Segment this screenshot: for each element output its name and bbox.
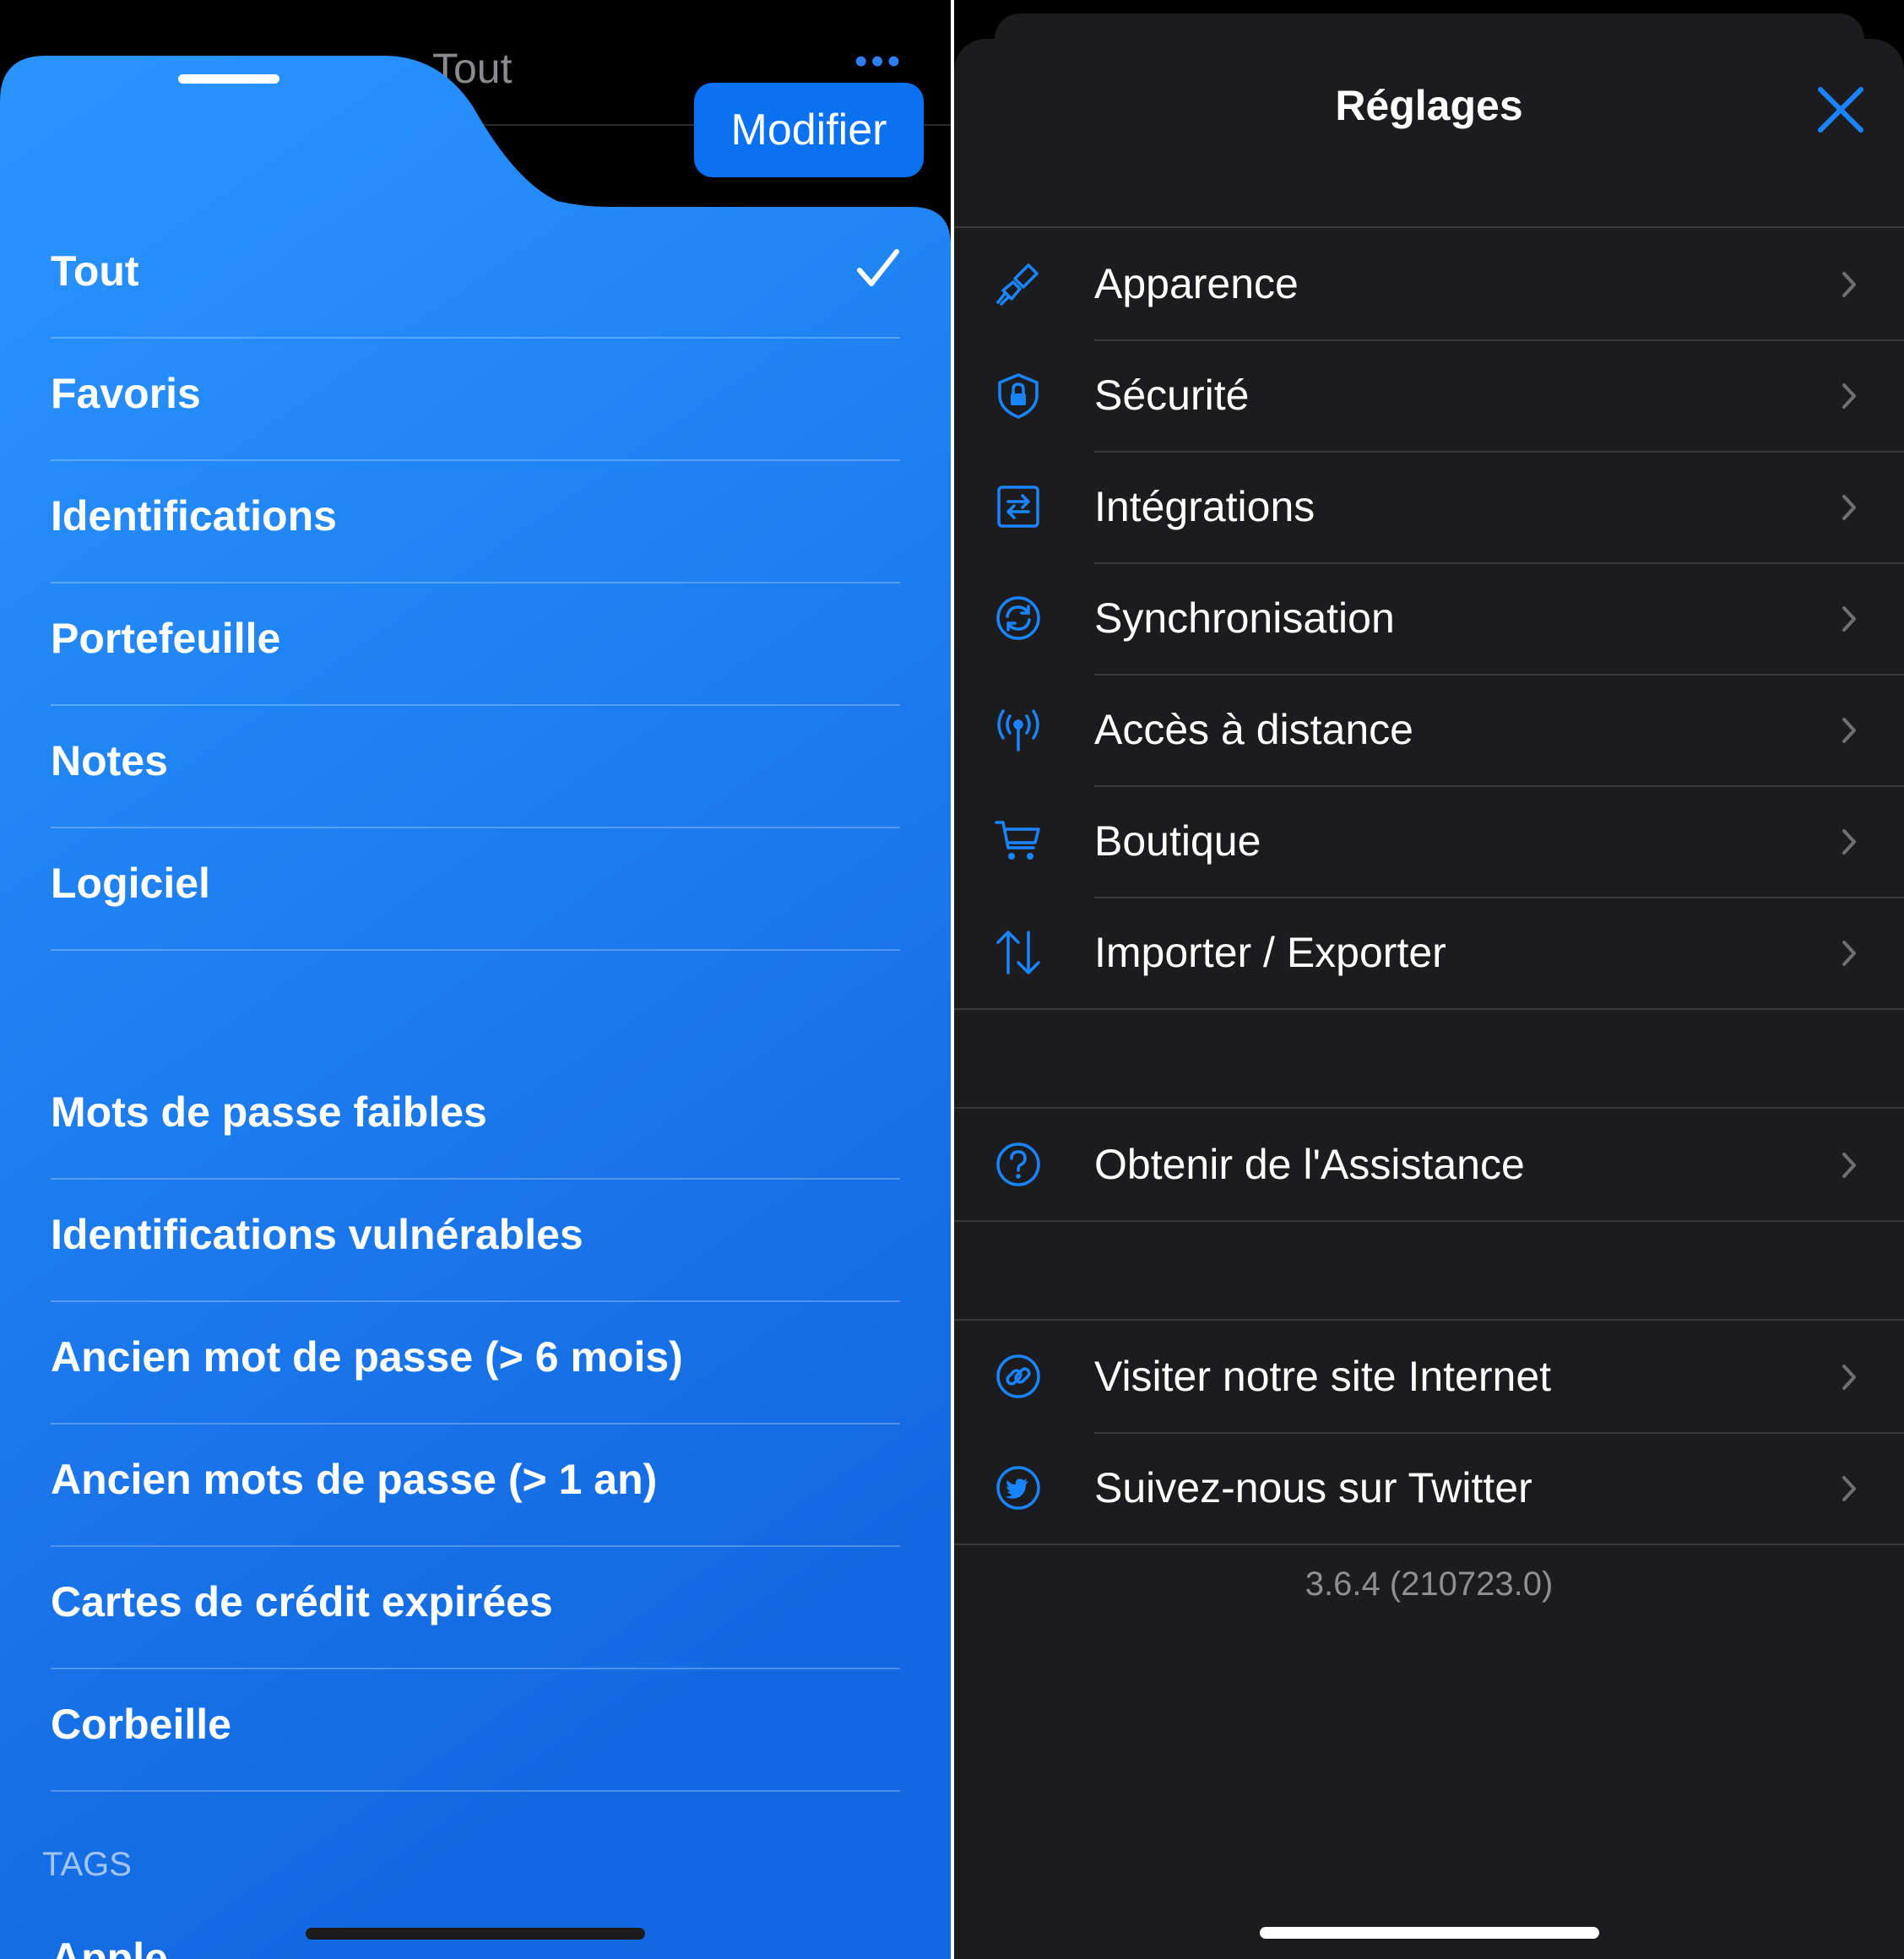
chevron-right-icon <box>1842 495 1856 520</box>
integration-arrows-icon <box>997 486 1039 528</box>
chevron-right-icon <box>1842 606 1856 632</box>
settings-row-support[interactable]: Obtenir de l'Assistance <box>954 1109 1904 1220</box>
settings-row-label: Apparence <box>1094 260 1299 307</box>
chevron-right-icon <box>1842 1476 1856 1501</box>
settings-row-label: Synchronisation <box>1094 594 1395 642</box>
filter-item-favorites[interactable]: Favoris <box>51 339 900 461</box>
filter-label: Corbeille <box>51 1701 231 1748</box>
filter-item-software[interactable]: Logiciel <box>51 828 900 951</box>
page-title: Réglages <box>1335 82 1523 129</box>
filter-item-notes[interactable]: Notes <box>51 706 900 828</box>
chevron-right-icon <box>1842 829 1856 855</box>
smart-filter-trash[interactable]: Corbeille <box>51 1669 900 1792</box>
filter-item-logins[interactable]: Identifications <box>51 461 900 583</box>
tags-header: TAGS <box>42 1846 132 1883</box>
settings-row-store[interactable]: Boutique <box>954 785 1904 897</box>
tag-item[interactable]: Apple <box>51 1934 168 1959</box>
smart-filter-list: Mots de passe faibles Identifications vu… <box>51 1057 900 1792</box>
filter-label: Notes <box>51 737 168 784</box>
right-pane: Réglages Apparence Sécurité Intégrations… <box>954 0 1904 1959</box>
paintbrush-icon <box>996 263 1039 306</box>
settings-row-label: Visiter notre site Internet <box>1094 1353 1552 1400</box>
chevron-right-icon <box>1842 941 1856 966</box>
import-export-icon <box>996 931 1040 974</box>
settings-row-integrations[interactable]: Intégrations <box>954 451 1904 562</box>
settings-row-label: Intégrations <box>1094 483 1315 530</box>
settings-row-sync[interactable]: Synchronisation <box>954 562 1904 674</box>
sheet-grabber[interactable] <box>178 74 279 84</box>
filter-label: Mots de passe faibles <box>51 1088 487 1136</box>
settings-row-remote-access[interactable]: Accès à distance <box>954 674 1904 785</box>
filter-label: Identifications vulnérables <box>51 1211 583 1258</box>
question-icon <box>996 1142 1040 1186</box>
settings-row-label: Importer / Exporter <box>1094 929 1446 976</box>
twitter-icon <box>996 1466 1040 1510</box>
settings-group-main: Apparence Sécurité Intégrations Synchron… <box>954 226 1904 1010</box>
settings-row-twitter[interactable]: Suivez-nous sur Twitter <box>954 1432 1904 1544</box>
chevron-right-icon <box>1842 1365 1856 1390</box>
filter-label: Identifications <box>51 492 337 540</box>
settings-row-website[interactable]: Visiter notre site Internet <box>954 1321 1904 1432</box>
settings-row-label: Obtenir de l'Assistance <box>1094 1141 1525 1188</box>
filter-list: Tout Favoris Identifications Portefeuill… <box>51 216 900 951</box>
chevron-right-icon <box>1842 718 1856 743</box>
home-indicator <box>1260 1927 1599 1939</box>
filter-label: Tout <box>51 247 139 295</box>
smart-filter-old-1-year[interactable]: Ancien mots de passe (> 1 an) <box>51 1424 900 1547</box>
filter-label: Logiciel <box>51 860 210 907</box>
smart-filter-vulnerable-logins[interactable]: Identifications vulnérables <box>51 1180 900 1302</box>
filter-label: Ancien mot de passe (> 6 mois) <box>51 1333 683 1381</box>
settings-row-appearance[interactable]: Apparence <box>954 228 1904 339</box>
shield-lock-icon <box>998 373 1039 419</box>
smart-filter-old-6-months[interactable]: Ancien mot de passe (> 6 mois) <box>51 1302 900 1424</box>
settings-group-web: Visiter notre site Internet Suivez-nous … <box>954 1319 1904 1545</box>
sync-icon <box>996 596 1040 640</box>
filter-label: Favoris <box>51 370 201 417</box>
settings-group-support: Obtenir de l'Assistance <box>954 1107 1904 1222</box>
chevron-right-icon <box>1842 272 1856 297</box>
chevron-right-icon <box>1842 383 1856 409</box>
version-label: 3.6.4 (210723.0) <box>1305 1566 1554 1603</box>
settings-row-security[interactable]: Sécurité <box>954 339 1904 451</box>
settings-row-label: Sécurité <box>1094 372 1250 419</box>
smart-filter-expired-cards[interactable]: Cartes de crédit expirées <box>51 1547 900 1669</box>
settings-row-import-export[interactable]: Importer / Exporter <box>954 897 1904 1008</box>
settings-row-label: Suivez-nous sur Twitter <box>1094 1464 1532 1511</box>
left-pane: Tout ••• Modifier Tout Favoris Identific… <box>0 0 951 1959</box>
checkmark-icon <box>857 249 899 286</box>
home-indicator <box>306 1928 645 1940</box>
filter-label: Ancien mots de passe (> 1 an) <box>51 1456 658 1503</box>
chevron-right-icon <box>1842 1153 1856 1178</box>
settings-row-label: Boutique <box>1094 817 1261 865</box>
edit-button[interactable]: Modifier <box>694 83 924 177</box>
close-icon[interactable] <box>1815 84 1866 135</box>
cart-icon <box>995 821 1040 860</box>
link-icon <box>996 1354 1040 1398</box>
filter-item-all[interactable]: Tout <box>51 216 900 339</box>
filter-item-wallet[interactable]: Portefeuille <box>51 583 900 706</box>
filter-label: Portefeuille <box>51 615 281 662</box>
settings-row-label: Accès à distance <box>1094 706 1413 753</box>
antenna-icon <box>997 709 1039 752</box>
filter-label: Cartes de crédit expirées <box>51 1578 553 1625</box>
smart-filter-weak-passwords[interactable]: Mots de passe faibles <box>51 1057 900 1180</box>
